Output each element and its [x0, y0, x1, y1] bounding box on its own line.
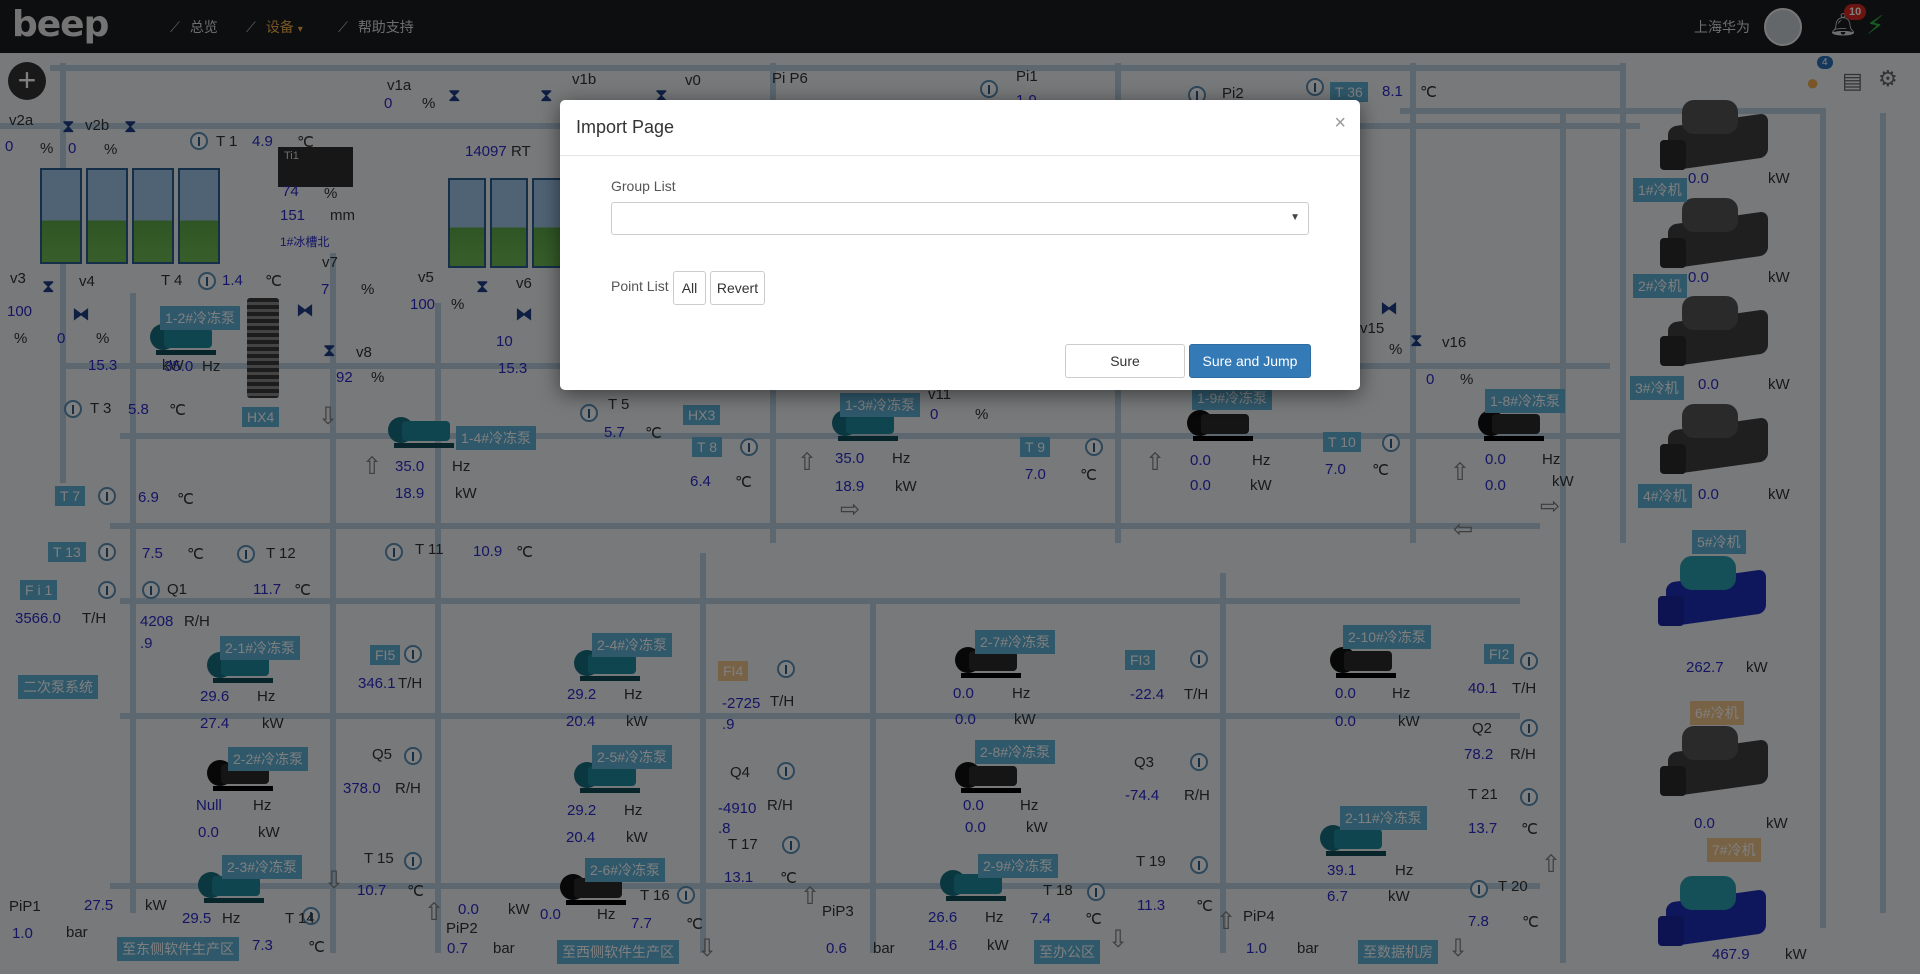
close-icon[interactable]: × [1334, 112, 1346, 135]
import-page-dialog: Import Page × Group List ▼ Point List Al… [560, 100, 1360, 390]
dialog-header: Import Page × [560, 100, 1360, 156]
point-list-label: Point List [611, 278, 669, 294]
all-button[interactable]: All [673, 271, 706, 305]
sure-button[interactable]: Sure [1065, 344, 1185, 378]
dialog-title: Import Page [576, 117, 675, 137]
group-list-label: Group List [611, 178, 676, 194]
chevron-down-icon: ▼ [1290, 212, 1300, 223]
sure-and-jump-button[interactable]: Sure and Jump [1189, 344, 1311, 378]
group-list-select[interactable]: ▼ [611, 202, 1309, 235]
revert-button[interactable]: Revert [710, 271, 765, 305]
